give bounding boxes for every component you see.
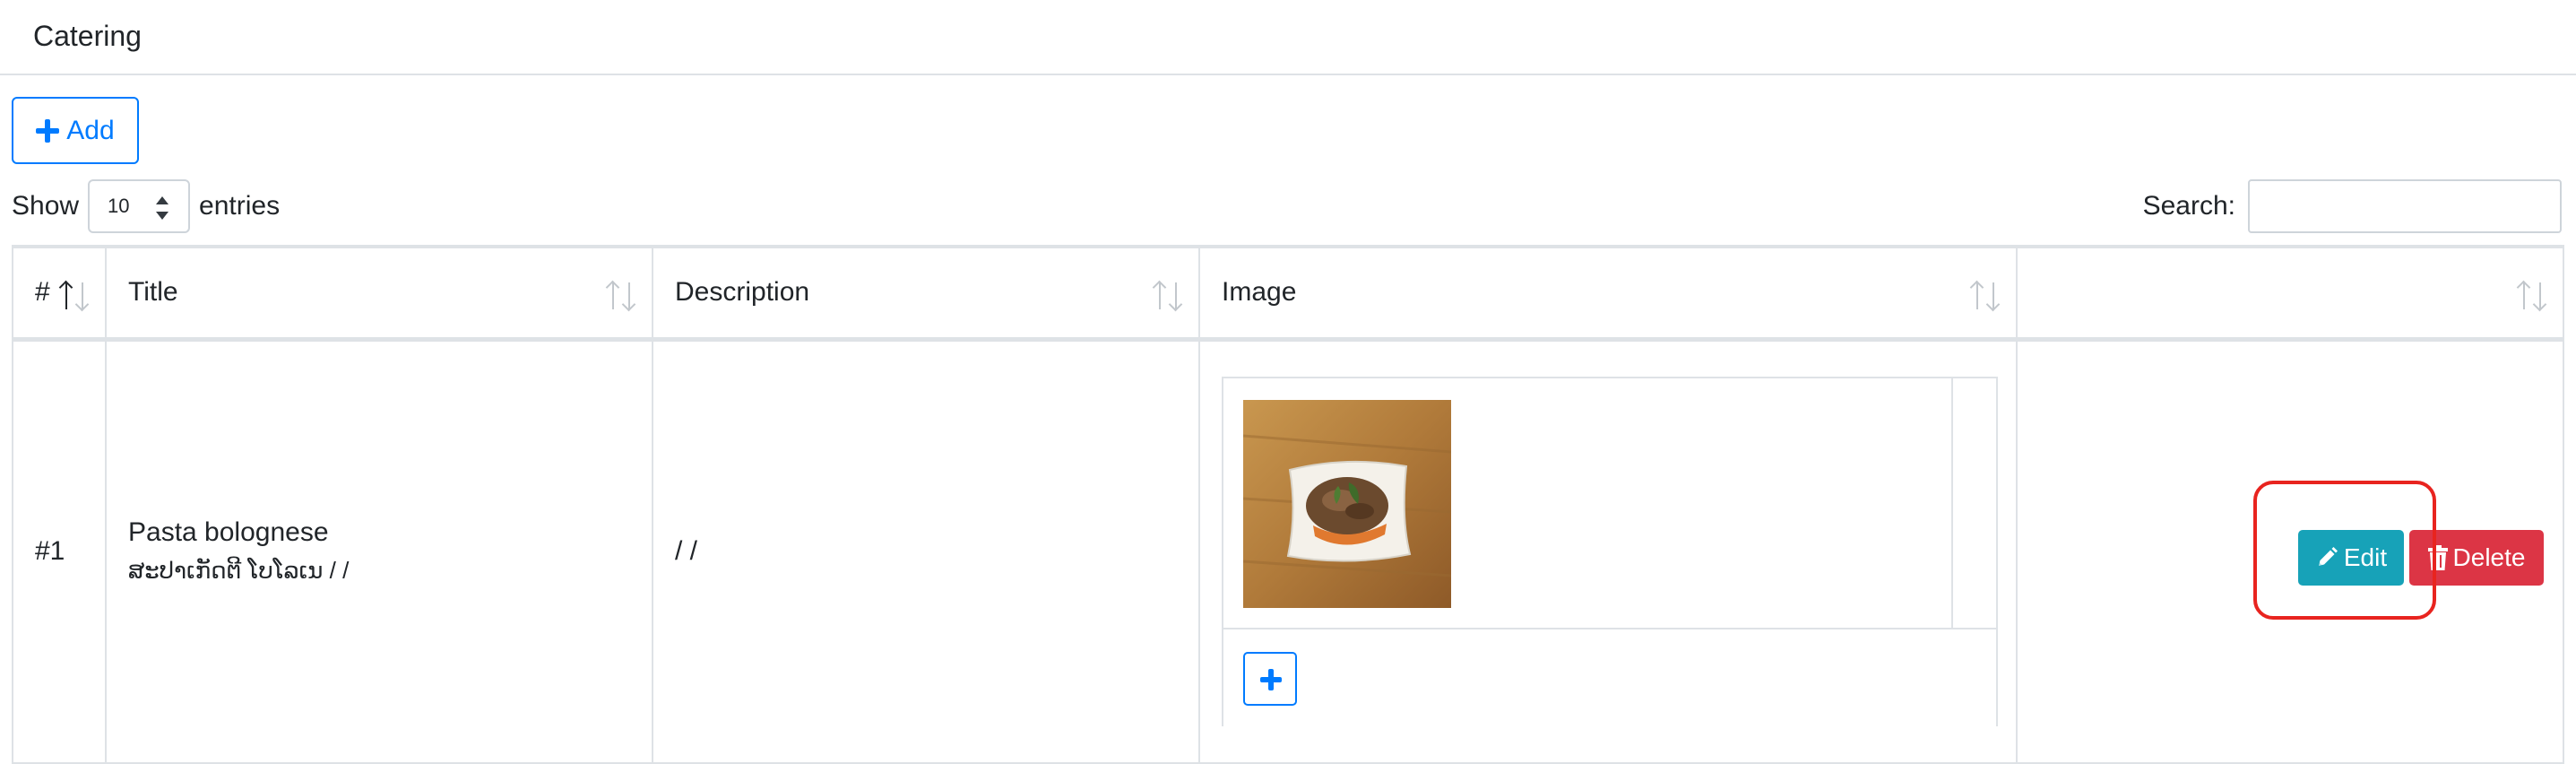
- search-input[interactable]: [2248, 179, 2562, 233]
- sort-icon: [60, 281, 91, 311]
- food-image[interactable]: [1243, 400, 1451, 609]
- sort-icon: [1971, 281, 2001, 311]
- entries-select-value: 10: [108, 195, 130, 217]
- trash-icon: [2427, 544, 2448, 570]
- entries-length-control: Show 10 entries: [12, 179, 280, 233]
- search-control: Search:: [2143, 179, 2562, 233]
- column-header-label: Description: [675, 277, 810, 308]
- row-title-cell: Pasta bolognese ສະປາເກັດຕີ ໂບໂລເນ / /: [105, 338, 653, 764]
- edit-button-label: Edit: [2343, 543, 2388, 571]
- page-header: Catering: [0, 0, 2576, 75]
- table-row: #1 Pasta bolognese ສະປາເກັດຕີ ໂບໂລເນ / /…: [12, 338, 2564, 764]
- page-title: Catering: [33, 20, 142, 52]
- column-header-number[interactable]: #: [12, 245, 107, 342]
- row-description: / /: [652, 338, 1200, 764]
- length-suffix: entries: [199, 191, 281, 221]
- row-image-cell: [1198, 338, 2018, 764]
- row-title-translation: ສະປາເກັດຕີ ໂບໂລເນ / /: [128, 557, 350, 585]
- entries-select[interactable]: 10: [88, 179, 191, 233]
- catering-table: # Title Description Image #1 Pasta bolog…: [12, 245, 2564, 764]
- sort-icon: [607, 281, 637, 311]
- column-header-image[interactable]: Image: [1198, 245, 2018, 342]
- column-header-actions[interactable]: [2016, 245, 2564, 342]
- column-header-description[interactable]: Description: [652, 245, 1200, 342]
- add-button[interactable]: Add: [12, 97, 139, 164]
- row-actions-cell: Edit Delete: [2016, 338, 2564, 764]
- column-header-title[interactable]: Title: [105, 245, 653, 342]
- pencil-icon: [2317, 546, 2338, 567]
- column-header-label: Title: [128, 277, 178, 308]
- gallery-divider: [1951, 378, 1953, 630]
- row-title: Pasta bolognese: [128, 517, 329, 548]
- delete-button[interactable]: Delete: [2409, 529, 2544, 586]
- add-button-label: Add: [66, 115, 115, 145]
- image-gallery-row: [1223, 378, 1996, 630]
- add-image-button[interactable]: [1243, 652, 1297, 707]
- search-label: Search:: [2142, 191, 2235, 221]
- select-arrows-icon: [156, 196, 169, 220]
- plus-icon: [1260, 669, 1282, 691]
- sort-icon: [2518, 281, 2548, 311]
- row-number: #1: [12, 338, 107, 764]
- image-gallery: [1222, 377, 1998, 727]
- edit-button[interactable]: Edit: [2298, 529, 2404, 586]
- sort-icon: [1154, 281, 1184, 311]
- plus-icon: [36, 118, 60, 143]
- length-prefix: Show: [12, 191, 80, 221]
- column-header-label: Image: [1222, 277, 1297, 308]
- delete-button-label: Delete: [2452, 543, 2526, 571]
- table-header-row: # Title Description Image: [12, 245, 2564, 342]
- column-header-label: #: [35, 277, 50, 308]
